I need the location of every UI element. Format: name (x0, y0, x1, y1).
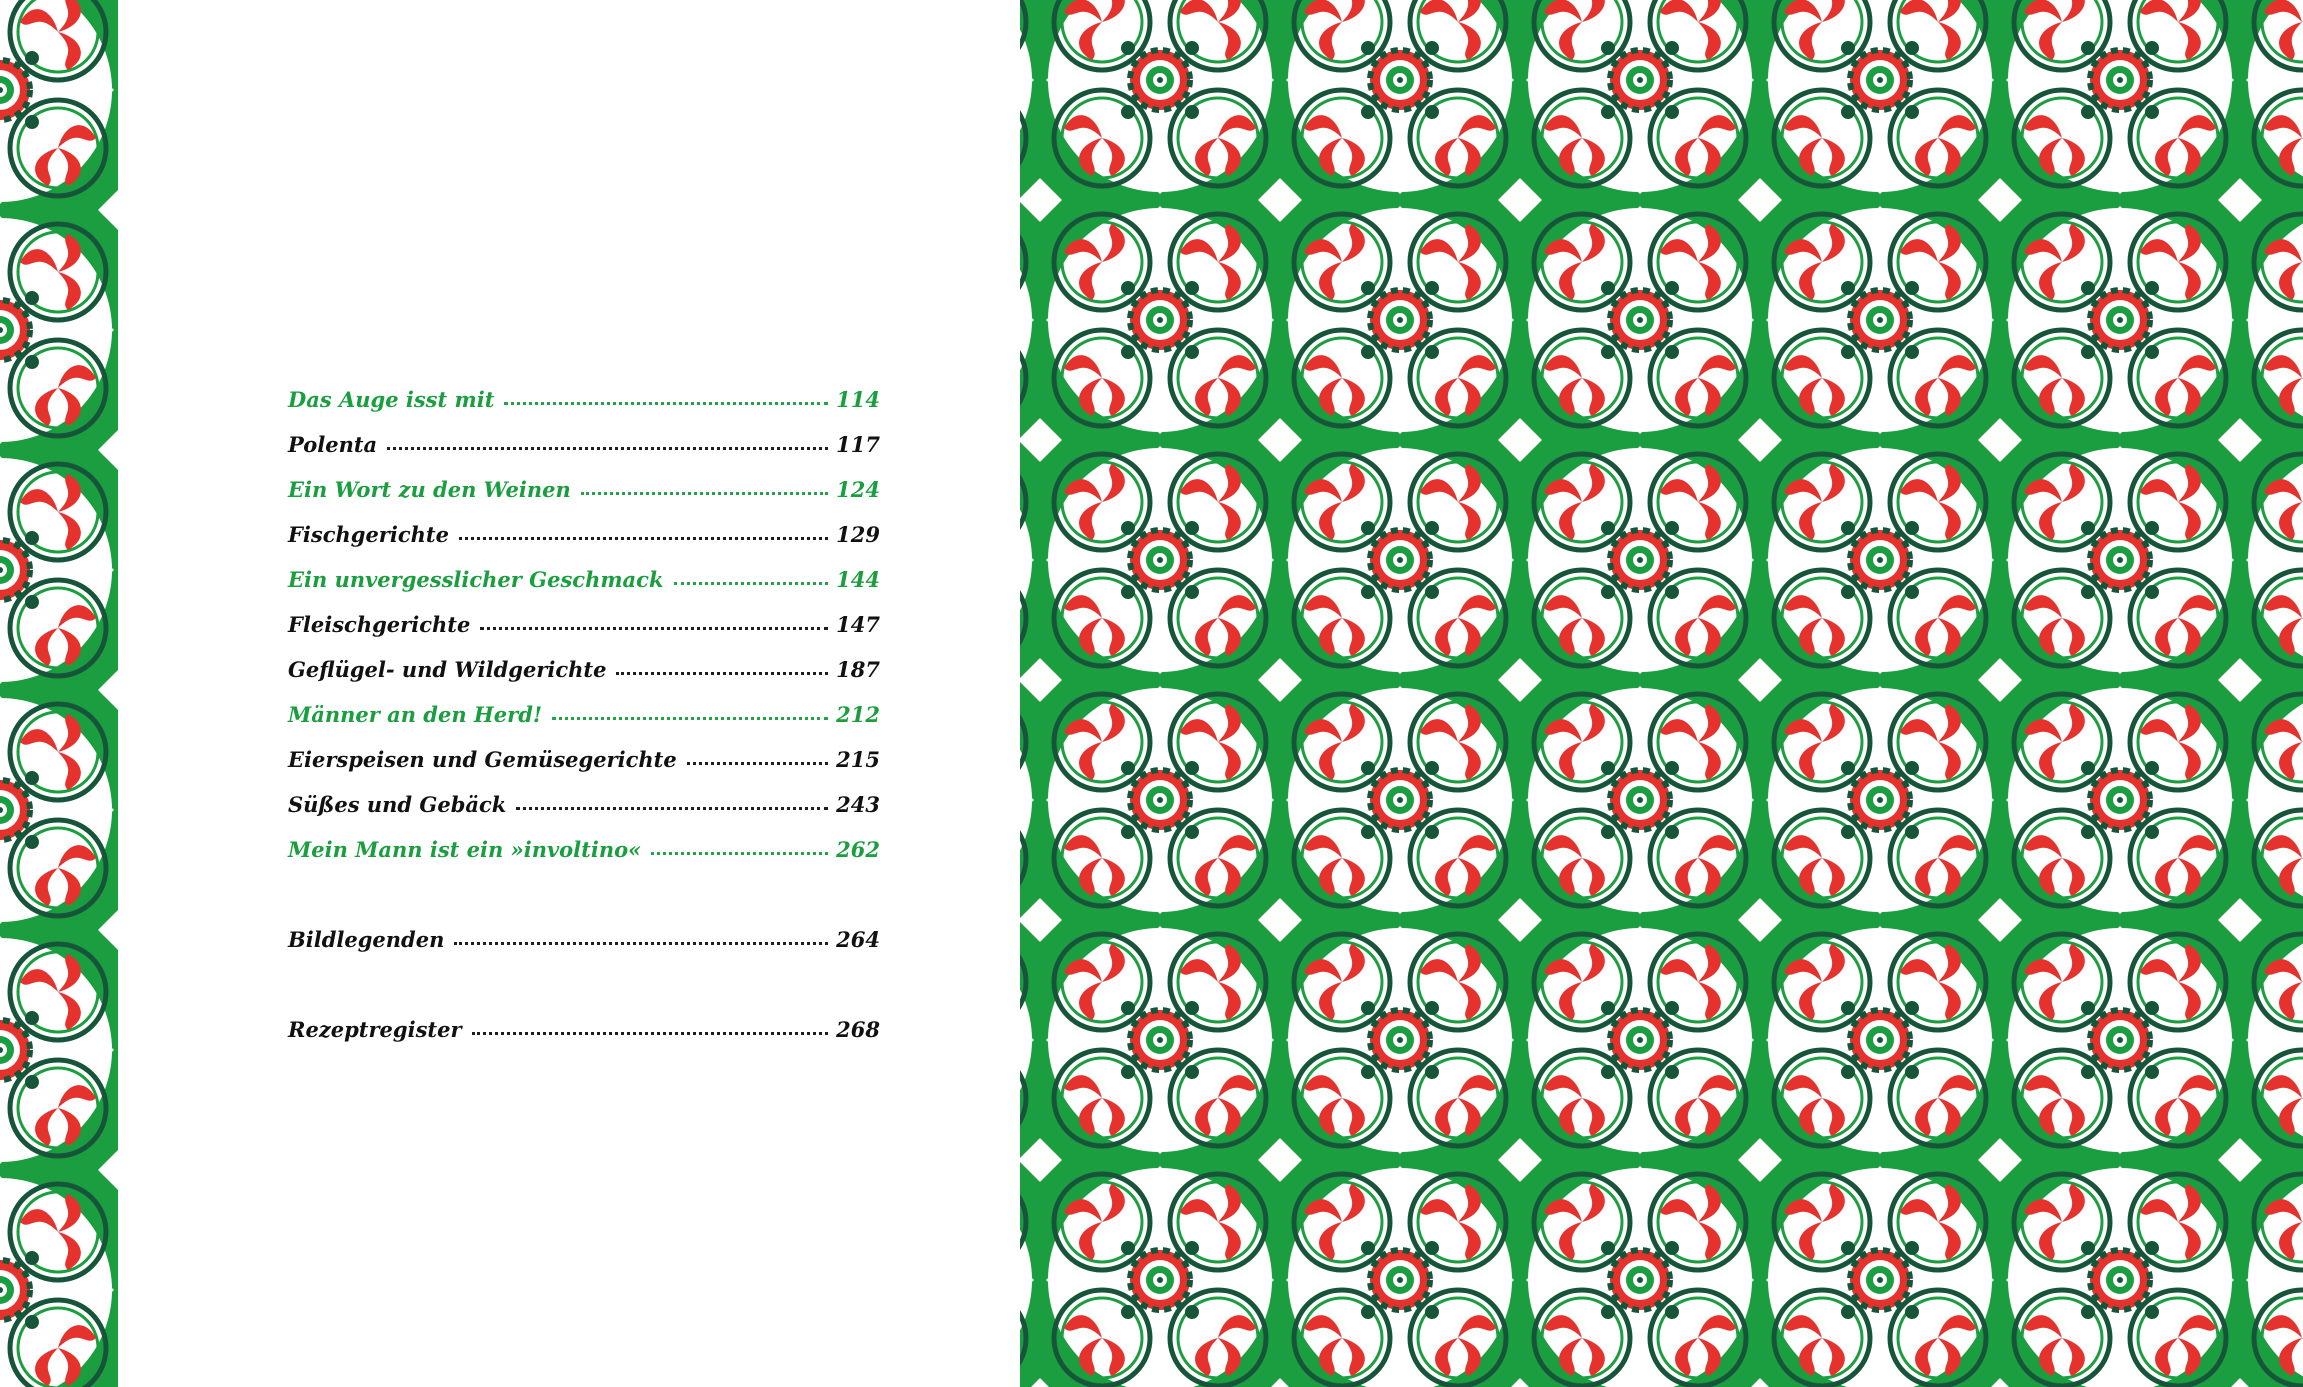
toc-dot-leader (580, 492, 829, 495)
toc-entry-title: Fischgerichte (288, 522, 449, 547)
toc-entry-title: Mein Mann ist ein »involtino« (288, 837, 642, 862)
toc-entry-title: Fleischgerichte (288, 612, 471, 637)
toc-entry-title: Männer an den Herd! (288, 702, 543, 727)
toc-entry-page: 262 (836, 837, 880, 862)
toc-dot-leader (471, 1032, 829, 1035)
toc-dot-leader (651, 852, 829, 855)
floral-tile-pattern-icon (1020, 0, 2303, 1387)
toc-dot-leader (480, 627, 829, 630)
toc-entry-title: Ein unvergesslicher Geschmack (288, 567, 664, 592)
toc-entry-page: 187 (836, 657, 880, 682)
left-border-ornament (0, 0, 118, 1387)
toc-entry-page: 268 (836, 1017, 880, 1042)
toc-entry-page: 215 (836, 747, 880, 772)
toc-entry-page: 124 (836, 477, 880, 502)
right-page (1020, 0, 2303, 1387)
toc-entry-title: Das Auge isst mit (288, 387, 495, 412)
toc-dot-leader (686, 762, 829, 765)
toc-entry[interactable]: Süßes und Gebäck 243 (288, 783, 880, 817)
toc-entry-page: 264 (836, 927, 880, 952)
toc-entry[interactable]: Fischgerichte 129 (288, 513, 880, 547)
toc-entry[interactable]: Mein Mann ist ein »involtino« 262 (288, 828, 880, 862)
toc-entry-title: Geflügel- und Wildgerichte (288, 657, 607, 682)
toc-entry[interactable]: Das Auge isst mit 114 (288, 378, 880, 412)
toc-entry[interactable]: Rezeptregister 268 (288, 1008, 880, 1042)
toc-dot-leader (387, 447, 829, 450)
toc-entry-page: 114 (836, 387, 880, 412)
floral-tile-border-icon (0, 0, 118, 1387)
toc-entry[interactable]: Ein Wort zu den Weinen 124 (288, 468, 880, 502)
toc-entry-title: Polenta (288, 432, 378, 457)
toc-entry[interactable]: Polenta 117 (288, 423, 880, 457)
toc-entry-page: 147 (836, 612, 880, 637)
toc-dot-leader (516, 807, 829, 810)
toc-entry-title: Süßes und Gebäck (288, 792, 507, 817)
toc-entry-title: Ein Wort zu den Weinen (288, 477, 571, 502)
toc-dot-leader (616, 672, 829, 675)
toc-dot-leader (673, 582, 829, 585)
toc-entry[interactable]: Bildlegenden 264 (288, 918, 880, 952)
toc-dot-leader (454, 942, 829, 945)
toc-entry-page: 144 (836, 567, 880, 592)
toc-entry-page: 129 (836, 522, 880, 547)
decorative-pattern-panel (1020, 0, 2303, 1387)
toc-entry[interactable]: Eierspeisen und Gemüsegerichte 215 (288, 738, 880, 772)
toc-entry-page: 212 (836, 702, 880, 727)
toc-entry[interactable]: Fleischgerichte 147 (288, 603, 880, 637)
toc-entry-page: 243 (836, 792, 880, 817)
toc-entry-title: Bildlegenden (288, 927, 445, 952)
toc-entry-page: 117 (836, 432, 880, 457)
toc-entry-title: Rezeptregister (288, 1017, 462, 1042)
toc-entry-title: Eierspeisen und Gemüsegerichte (288, 747, 677, 772)
toc-dot-leader (504, 402, 829, 405)
toc-entry[interactable]: Geflügel- und Wildgerichte 187 (288, 648, 880, 682)
left-page: Das Auge isst mit 114 Polenta 117 Ein Wo… (0, 0, 1020, 1387)
toc-dot-leader (552, 717, 829, 720)
toc-entry[interactable]: Männer an den Herd! 212 (288, 693, 880, 727)
toc-entry[interactable]: Ein unvergesslicher Geschmack 144 (288, 558, 880, 592)
toc-dot-leader (458, 537, 829, 540)
